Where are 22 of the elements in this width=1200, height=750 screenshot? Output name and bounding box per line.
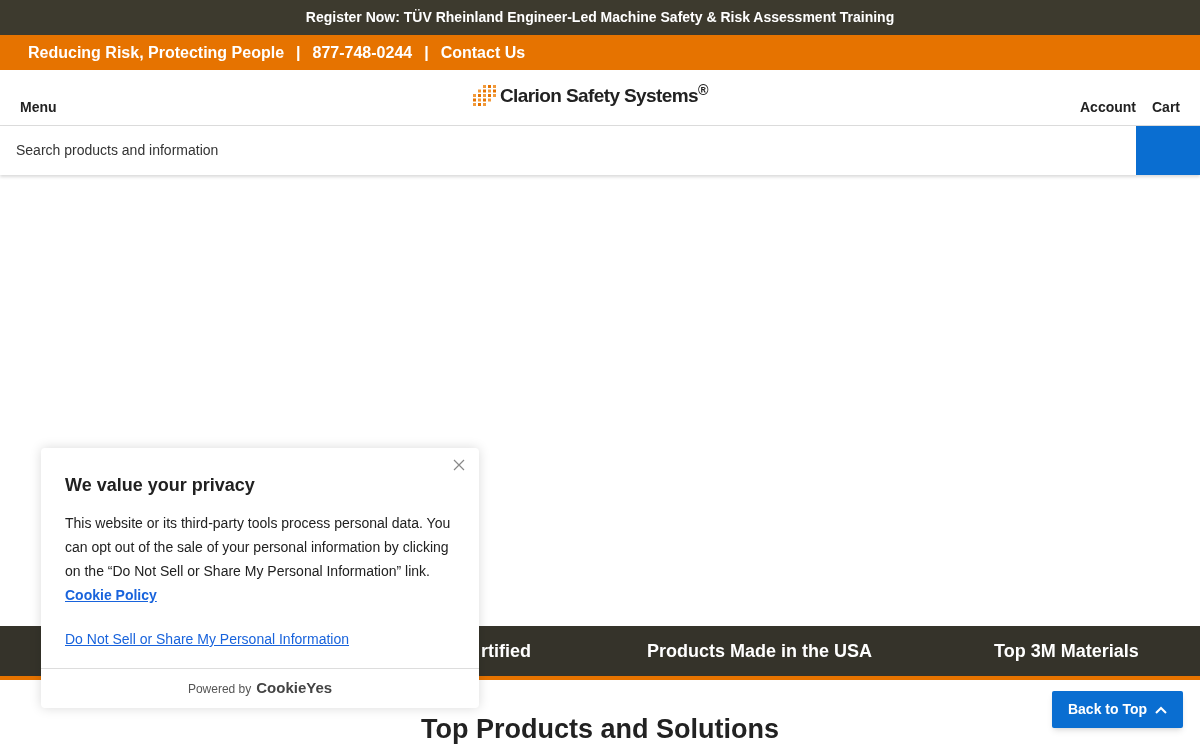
chevron-up-icon	[1155, 705, 1168, 714]
close-button[interactable]	[453, 459, 465, 471]
do-not-sell-link[interactable]: Do Not Sell or Share My Personal Information	[65, 629, 349, 650]
menu-button[interactable]: Menu	[20, 97, 57, 118]
banner-text: This website or its third-party tools process personal data. You can opt out of the sale of your personal information by clicking on the “Do Not Sell or Share My Personal Information” link. Cookie Policy	[65, 514, 451, 605]
separator: |	[424, 42, 429, 63]
search-field[interactable]: Search products and information	[0, 126, 1136, 175]
cookie-policy-link[interactable]: Cookie Policy	[65, 587, 157, 603]
feature-link[interactable]: Top 3M Materials	[994, 637, 1139, 665]
close-icon	[453, 459, 465, 471]
banner-title: We value your privacy	[65, 474, 255, 497]
powered-by-text: Powered by	[187, 680, 252, 698]
logo[interactable]: Clarion Safety Systems$^{®}$	[500, 82, 708, 111]
separator: |	[296, 42, 301, 63]
cookieyes-logo: CookieYes	[256, 678, 333, 699]
logo-icon	[472, 84, 498, 109]
header-link[interactable]: Account	[1080, 97, 1136, 118]
feature-link[interactable]: Products Made in the USA	[647, 637, 873, 665]
back-to-top-button[interactable]: Back to Top	[1052, 691, 1183, 728]
header-link[interactable]: Cart	[1152, 97, 1180, 118]
section-title: Top Products and Solutions	[421, 716, 779, 743]
feature-link[interactable]: rtified	[481, 637, 531, 665]
